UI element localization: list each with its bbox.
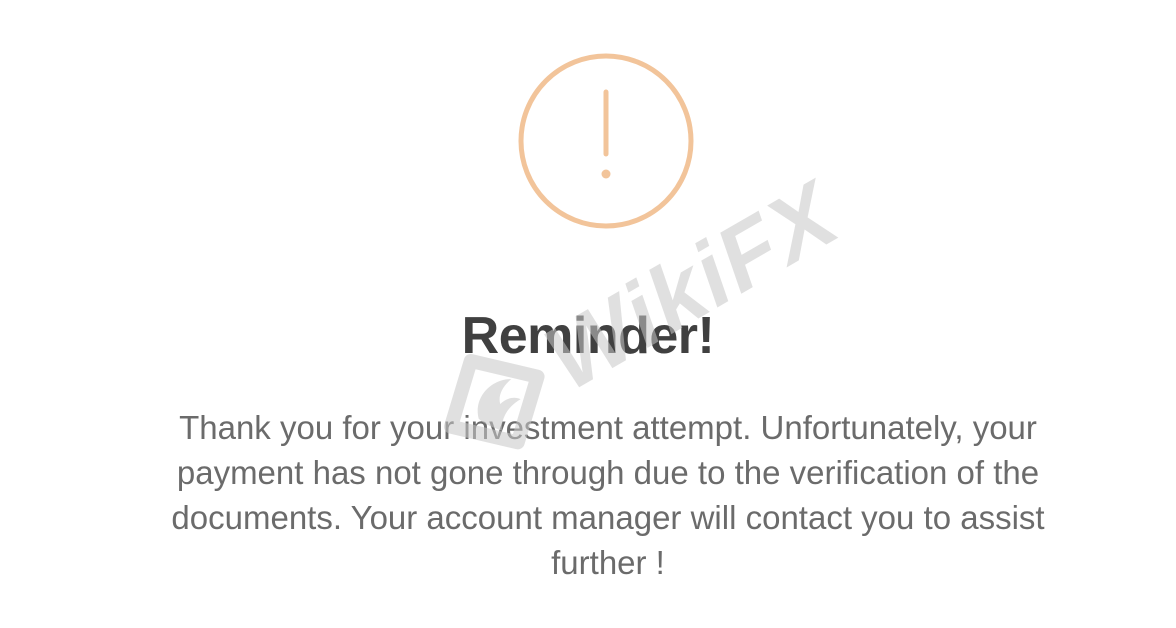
reminder-dialog: Reminder! Thank you for your investment … bbox=[0, 0, 1176, 628]
dialog-title: Reminder! bbox=[461, 307, 715, 365]
exclamation-circle-icon bbox=[518, 53, 694, 229]
dialog-message: Thank you for your investment attempt. U… bbox=[171, 409, 1045, 581]
